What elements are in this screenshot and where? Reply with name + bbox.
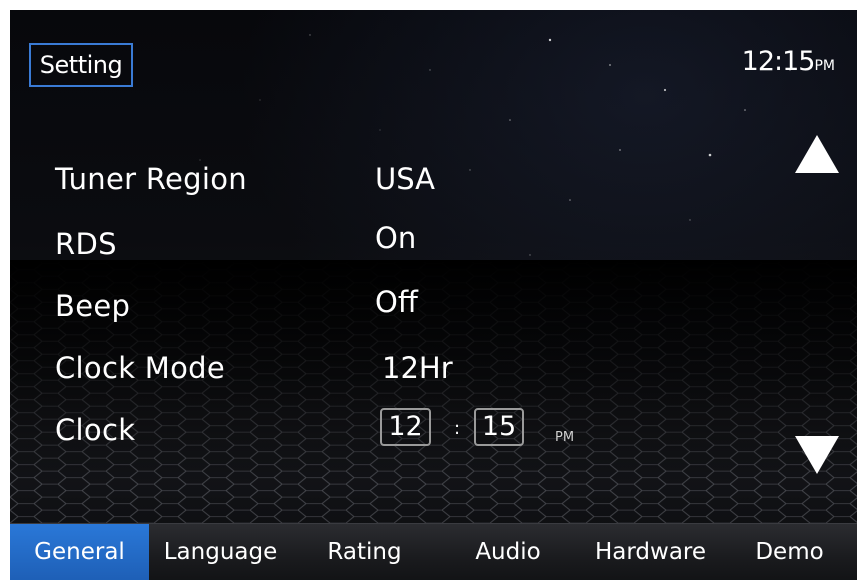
triangle-up-icon[interactable] xyxy=(795,135,839,173)
beep-value[interactable]: Off xyxy=(375,285,418,319)
tab-audio[interactable]: Audio xyxy=(437,524,579,580)
triangle-down-icon[interactable] xyxy=(795,436,839,474)
beep-label: Beep xyxy=(55,289,131,323)
tab-bar: General Language Rating Audio Hardware D… xyxy=(10,523,857,580)
rds-value[interactable]: On xyxy=(375,221,416,255)
tab-general[interactable]: General xyxy=(10,524,149,580)
clock-separator: : xyxy=(454,418,461,439)
rds-label: RDS xyxy=(55,227,117,261)
tuner-region-label: Tuner Region xyxy=(55,162,247,196)
header-clock: 12:15PM xyxy=(742,46,835,77)
tab-hardware[interactable]: Hardware xyxy=(579,524,722,580)
tab-language[interactable]: Language xyxy=(149,524,292,580)
clock-mode-label: Clock Mode xyxy=(55,351,226,385)
clock-hour-field[interactable]: 12 xyxy=(380,408,431,446)
tuner-region-value[interactable]: USA xyxy=(375,162,435,196)
settings-screen: Setting 12:15PM Tuner Region USA RDS On … xyxy=(10,10,857,580)
clock-ampm[interactable]: PM xyxy=(555,430,574,445)
tab-rating[interactable]: Rating xyxy=(292,524,437,580)
clock-label: Clock xyxy=(55,413,136,447)
hexagon-floor-background xyxy=(10,260,857,580)
clock-mode-value[interactable]: 12Hr xyxy=(382,351,453,385)
tab-demo[interactable]: Demo xyxy=(722,524,857,580)
clock-minute-field[interactable]: 15 xyxy=(474,408,524,446)
header-ampm: PM xyxy=(814,58,835,74)
header-time: 12:15 xyxy=(741,46,816,77)
setting-title-button[interactable]: Setting xyxy=(29,43,133,87)
